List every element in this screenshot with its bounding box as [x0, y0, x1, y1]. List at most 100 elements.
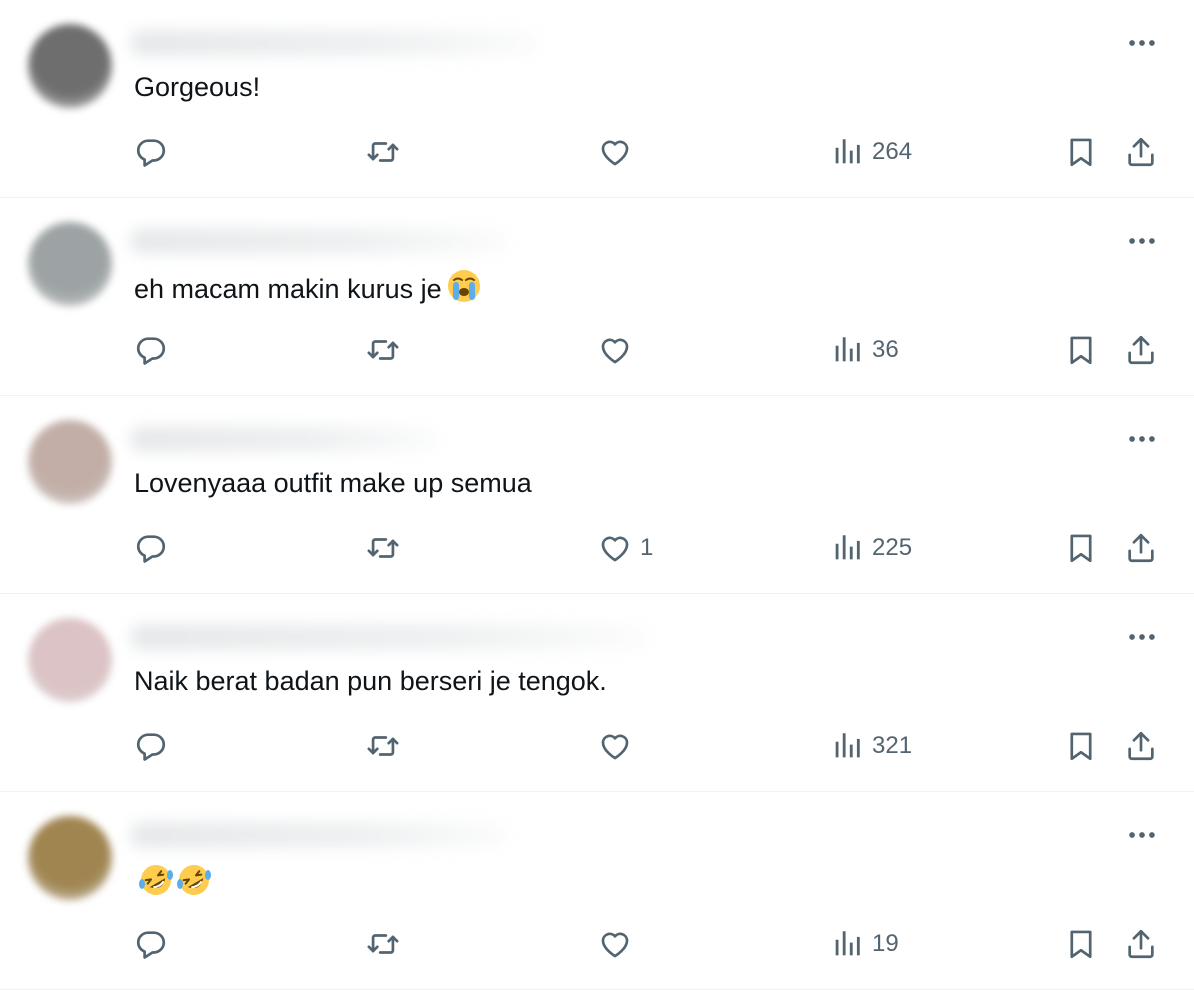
bookmark-button[interactable] [1064, 726, 1098, 766]
share-button[interactable] [1124, 132, 1158, 172]
reply-button[interactable] [134, 528, 176, 568]
bookmark-icon [1070, 336, 1092, 365]
redacted-username[interactable] [130, 426, 440, 452]
reply-item[interactable]: Naik berat badan pun berseri je tengok. … [0, 594, 1194, 792]
reply-text: Naik berat badan pun berseri je tengok. [134, 664, 607, 698]
like-button[interactable] [598, 726, 640, 766]
reply-text-content: Naik berat badan pun berseri je tengok. [134, 666, 607, 696]
repost-icon [367, 142, 399, 162]
bookmark-button[interactable] [1064, 924, 1098, 964]
rolling-on-floor-laughing-icon [139, 865, 173, 895]
bookmark-icon [1070, 534, 1092, 563]
heart-icon [601, 932, 629, 958]
more-icon [1129, 832, 1155, 838]
reply-icon [136, 139, 166, 167]
reply-item[interactable]: Lovenyaaa outfit make up semua 1 225 [0, 396, 1194, 594]
views-button[interactable]: 36 [830, 330, 899, 370]
reply-text-content: Gorgeous! [134, 72, 261, 102]
share-icon [1128, 335, 1154, 365]
more-options-button[interactable] [1122, 820, 1162, 850]
bookmark-icon [1070, 138, 1092, 167]
heart-icon [601, 140, 629, 166]
views-icon [835, 139, 860, 164]
views-button[interactable]: 225 [830, 528, 912, 568]
share-button[interactable] [1124, 528, 1158, 568]
share-button[interactable] [1124, 726, 1158, 766]
share-icon [1128, 929, 1154, 959]
bookmark-icon [1070, 930, 1092, 959]
more-options-button[interactable] [1122, 28, 1162, 58]
repost-button[interactable] [366, 132, 408, 172]
share-button[interactable] [1124, 330, 1158, 370]
reply-text [134, 862, 212, 900]
reply-item[interactable]: eh macam makin kurus je 36 [0, 198, 1194, 396]
action-bar: 19 [0, 924, 1194, 964]
bookmark-button[interactable] [1064, 132, 1098, 172]
reply-button[interactable] [134, 132, 176, 172]
replies-feed: Gorgeous! 264 eh macam makin kurus je 36… [0, 0, 1194, 990]
redacted-username[interactable] [130, 228, 510, 254]
reply-item[interactable]: 19 [0, 792, 1194, 990]
bookmark-button[interactable] [1064, 330, 1098, 370]
avatar[interactable] [28, 816, 112, 900]
like-button[interactable] [598, 924, 640, 964]
reply-text-content: eh macam makin kurus je [134, 274, 442, 304]
repost-button[interactable] [366, 924, 408, 964]
more-icon [1129, 436, 1155, 442]
views-button[interactable]: 321 [830, 726, 912, 766]
redacted-username[interactable] [130, 624, 650, 650]
more-icon [1129, 238, 1155, 244]
like-button[interactable] [598, 132, 640, 172]
avatar[interactable] [28, 618, 112, 702]
heart-icon [601, 734, 629, 760]
loudly-crying-face-icon [447, 270, 480, 302]
more-icon [1129, 40, 1155, 46]
view-count: 19 [872, 930, 899, 957]
avatar[interactable] [28, 420, 112, 504]
redacted-username[interactable] [130, 30, 540, 56]
bookmark-button[interactable] [1064, 528, 1098, 568]
heart-icon [601, 536, 629, 562]
reply-text: eh macam makin kurus je [134, 268, 482, 306]
more-options-button[interactable] [1122, 226, 1162, 256]
reply-text-content: Lovenyaaa outfit make up semua [134, 468, 532, 498]
repost-icon [367, 340, 399, 360]
reply-emojis [134, 865, 212, 898]
repost-button[interactable] [366, 726, 408, 766]
repost-icon [367, 538, 399, 558]
heart-icon [601, 338, 629, 364]
share-icon [1128, 731, 1154, 761]
share-button[interactable] [1124, 924, 1158, 964]
views-button[interactable]: 264 [830, 132, 912, 172]
views-icon [835, 337, 860, 362]
reply-button[interactable] [134, 726, 176, 766]
view-count: 264 [872, 138, 913, 165]
redacted-username[interactable] [130, 822, 510, 848]
view-count: 36 [872, 336, 899, 363]
avatar[interactable] [28, 222, 112, 306]
more-options-button[interactable] [1122, 622, 1162, 652]
like-count: 1 [640, 534, 654, 561]
views-icon [835, 535, 860, 560]
avatar[interactable] [28, 24, 112, 108]
reply-item[interactable]: Gorgeous! 264 [0, 0, 1194, 198]
more-options-button[interactable] [1122, 424, 1162, 454]
share-icon [1128, 533, 1154, 563]
repost-button[interactable] [366, 528, 408, 568]
reply-text: Lovenyaaa outfit make up semua [134, 466, 532, 500]
action-bar: 321 [0, 726, 1194, 766]
view-count: 225 [872, 534, 913, 561]
views-button[interactable]: 19 [830, 924, 899, 964]
like-button[interactable]: 1 [598, 528, 653, 568]
like-button[interactable] [598, 330, 640, 370]
reply-button[interactable] [134, 330, 176, 370]
reply-button[interactable] [134, 924, 176, 964]
repost-button[interactable] [366, 330, 408, 370]
reply-text: Gorgeous! [134, 70, 260, 104]
views-icon [835, 931, 860, 956]
repost-icon [367, 736, 399, 756]
share-icon [1128, 137, 1154, 167]
action-bar: 264 [0, 132, 1194, 172]
reply-icon [136, 931, 166, 959]
reply-emojis [442, 270, 482, 304]
